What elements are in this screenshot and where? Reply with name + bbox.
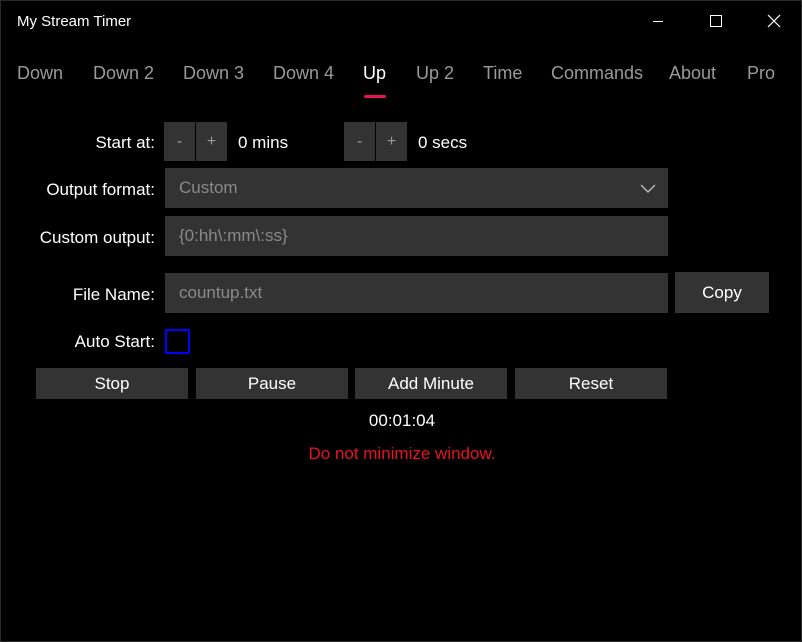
secs-value: 0 secs <box>418 133 468 152</box>
title-bar[interactable]: My Stream Timer <box>1 1 801 41</box>
stop-button[interactable]: Stop <box>36 368 188 399</box>
secs-decrement-button[interactable]: - <box>344 122 375 161</box>
auto-start-label: Auto Start: <box>74 332 155 351</box>
tab-pro[interactable]: Pro <box>747 63 775 84</box>
auto-start-checkbox[interactable] <box>165 329 190 354</box>
custom-output-value: {0:hh\:mm\:ss} <box>179 226 288 245</box>
tab-down-2[interactable]: Down 2 <box>93 63 154 84</box>
minimize-button-area[interactable] <box>629 1 687 41</box>
active-tab-indicator <box>364 95 386 98</box>
window-title: My Stream Timer <box>17 13 132 30</box>
tab-commands[interactable]: Commands <box>551 63 643 84</box>
file-name-label: File Name: <box>72 285 155 304</box>
tab-down[interactable]: Down <box>17 63 63 84</box>
tab-down-4[interactable]: Down 4 <box>273 63 334 84</box>
tab-bar: Down Down 2 Down 3 Down 4 Up Up 2 Time C… <box>1 61 801 101</box>
minimize-warning: Do not minimize window. <box>308 444 496 463</box>
tab-about[interactable]: About <box>669 63 716 84</box>
file-name-value: countup.txt <box>179 283 263 302</box>
close-button[interactable] <box>745 1 802 41</box>
copy-button[interactable]: Copy <box>675 272 769 313</box>
close-icon <box>767 14 781 28</box>
chevron-down-icon <box>640 184 656 193</box>
tab-up[interactable]: Up <box>363 63 386 84</box>
mins-increment-button[interactable]: + <box>196 122 227 161</box>
timer-display: 00:01:04 <box>368 411 436 430</box>
output-format-label: Output format: <box>46 180 155 199</box>
maximize-icon <box>710 15 722 27</box>
pause-button[interactable]: Pause <box>196 368 348 399</box>
start-at-label: Start at: <box>95 133 155 152</box>
mins-decrement-button[interactable]: - <box>164 122 195 161</box>
tab-time[interactable]: Time <box>483 63 522 84</box>
app-window: My Stream Timer Down Down 2 Down 3 Down … <box>0 0 802 642</box>
output-format-value: Custom <box>179 178 238 197</box>
maximize-button[interactable] <box>687 1 745 41</box>
mins-value: 0 mins <box>238 133 289 152</box>
tab-down-3[interactable]: Down 3 <box>183 63 244 84</box>
tab-up-2[interactable]: Up 2 <box>416 63 454 84</box>
file-name-field[interactable]: countup.txt <box>165 273 668 313</box>
custom-output-label: Custom output: <box>39 228 155 247</box>
custom-output-field[interactable]: {0:hh\:mm\:ss} <box>165 216 668 256</box>
add-minute-button[interactable]: Add Minute <box>355 368 507 399</box>
minimize-icon <box>653 21 663 22</box>
output-format-select[interactable]: Custom <box>165 168 668 208</box>
reset-button[interactable]: Reset <box>515 368 667 399</box>
secs-increment-button[interactable]: + <box>376 122 407 161</box>
